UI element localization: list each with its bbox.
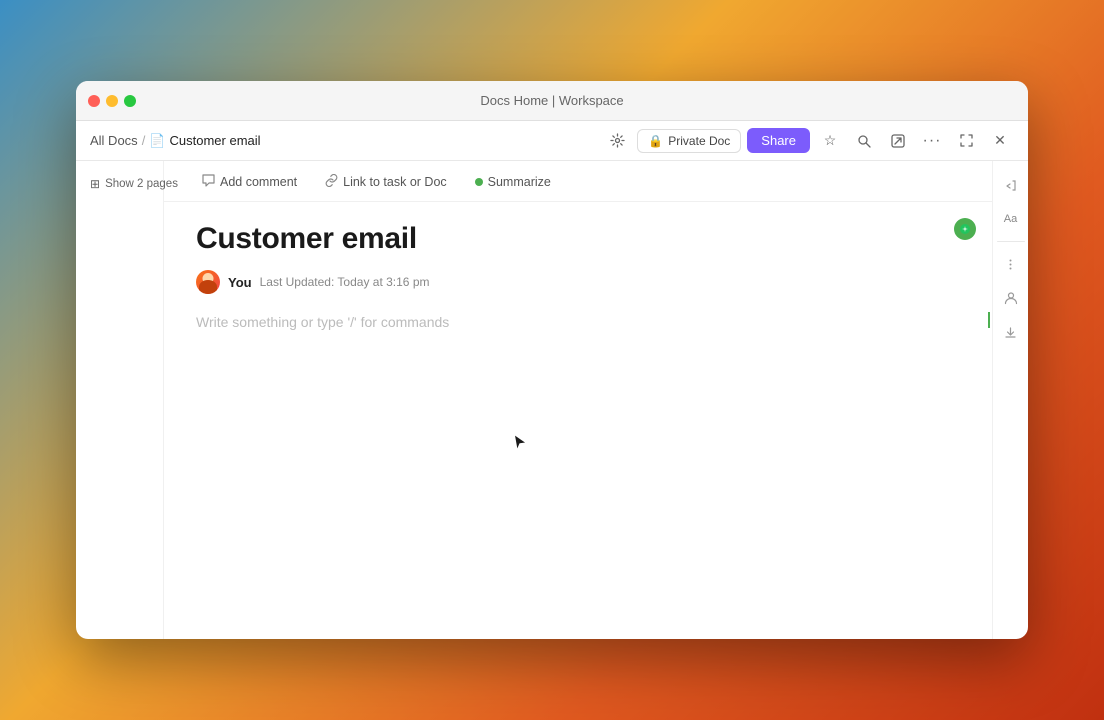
collapse-right-button[interactable]	[997, 171, 1025, 199]
collapse-icon	[1004, 179, 1017, 192]
avatar	[196, 270, 220, 294]
navbar: All Docs / 📄 Customer email 🔒 Private Do…	[76, 121, 1028, 161]
star-button[interactable]: ☆	[816, 127, 844, 155]
titlebar: Docs Home | Workspace	[76, 81, 1028, 121]
document-title: Customer email	[196, 222, 960, 256]
show-pages-button[interactable]: ⊞ Show 2 pages	[86, 173, 153, 195]
pages-icon: ⊞	[90, 177, 100, 191]
comment-icon	[202, 174, 215, 190]
left-sidebar: ⊞ Show 2 pages	[76, 161, 164, 639]
close-icon: ✕	[994, 132, 1006, 149]
nav-settings-button[interactable]	[603, 127, 631, 155]
lock-icon: 🔒	[648, 134, 663, 148]
download-button[interactable]	[997, 318, 1025, 346]
more-icon: ···	[923, 132, 942, 150]
editor-content[interactable]: Customer email You Last Updated: Today a…	[164, 202, 992, 639]
avatar-body	[199, 280, 217, 294]
export-icon	[891, 134, 905, 148]
close-button[interactable]	[88, 95, 100, 107]
ai-icon	[959, 223, 971, 235]
ai-indicator[interactable]	[954, 218, 976, 240]
text-cursor	[988, 312, 990, 328]
editor-toolbar: Add comment Link to task or Doc Summariz…	[164, 161, 992, 202]
editor-area: Add comment Link to task or Doc Summariz…	[164, 161, 992, 639]
breadcrumb-all-docs[interactable]: All Docs	[90, 133, 138, 148]
main-layout: ⊞ Show 2 pages Add comment	[76, 161, 1028, 639]
navbar-right: 🔒 Private Doc Share ☆ ···	[603, 127, 1014, 155]
breadcrumb-current: 📄 Customer email	[149, 133, 260, 149]
summarize-button[interactable]: Summarize	[469, 172, 557, 192]
mouse-cursor	[512, 432, 530, 459]
separator-1	[997, 241, 1025, 242]
breadcrumb: All Docs / 📄 Customer email	[90, 133, 595, 149]
right-sidebar: Aa	[992, 161, 1028, 639]
add-comment-button[interactable]: Add comment	[196, 171, 303, 193]
share-button[interactable]: Share	[747, 128, 810, 153]
last-updated: Last Updated: Today at 3:16 pm	[260, 275, 430, 289]
maximize-button[interactable]	[124, 95, 136, 107]
summarize-dot	[475, 178, 483, 186]
members-icon	[1004, 291, 1018, 305]
more-right-button[interactable]	[997, 250, 1025, 278]
more-button[interactable]: ···	[918, 127, 946, 155]
private-doc-button[interactable]: 🔒 Private Doc	[637, 129, 741, 153]
close-panel-button[interactable]: ✕	[986, 127, 1014, 155]
right-more-icon	[1004, 258, 1017, 271]
members-button[interactable]	[997, 284, 1025, 312]
link-icon	[325, 174, 338, 190]
fullscreen-button[interactable]	[952, 127, 980, 155]
breadcrumb-separator: /	[142, 133, 146, 148]
minimize-button[interactable]	[106, 95, 118, 107]
author-name: You	[228, 275, 252, 290]
font-button[interactable]: Aa	[997, 205, 1025, 233]
editor-input[interactable]: Write something or type '/' for commands	[196, 314, 960, 394]
font-icon: Aa	[1004, 213, 1017, 225]
document-meta: You Last Updated: Today at 3:16 pm	[196, 270, 960, 294]
traffic-lights	[88, 95, 136, 107]
export-button[interactable]	[884, 127, 912, 155]
download-icon	[1004, 326, 1017, 339]
star-icon: ☆	[824, 132, 837, 149]
fullscreen-icon	[960, 134, 973, 147]
doc-icon: 📄	[149, 133, 165, 149]
settings-icon	[610, 133, 625, 148]
search-icon	[857, 134, 871, 148]
search-button[interactable]	[850, 127, 878, 155]
link-to-task-button[interactable]: Link to task or Doc	[319, 171, 453, 193]
app-window: Docs Home | Workspace All Docs / 📄 Custo…	[76, 81, 1028, 639]
window-title: Docs Home | Workspace	[480, 93, 623, 108]
